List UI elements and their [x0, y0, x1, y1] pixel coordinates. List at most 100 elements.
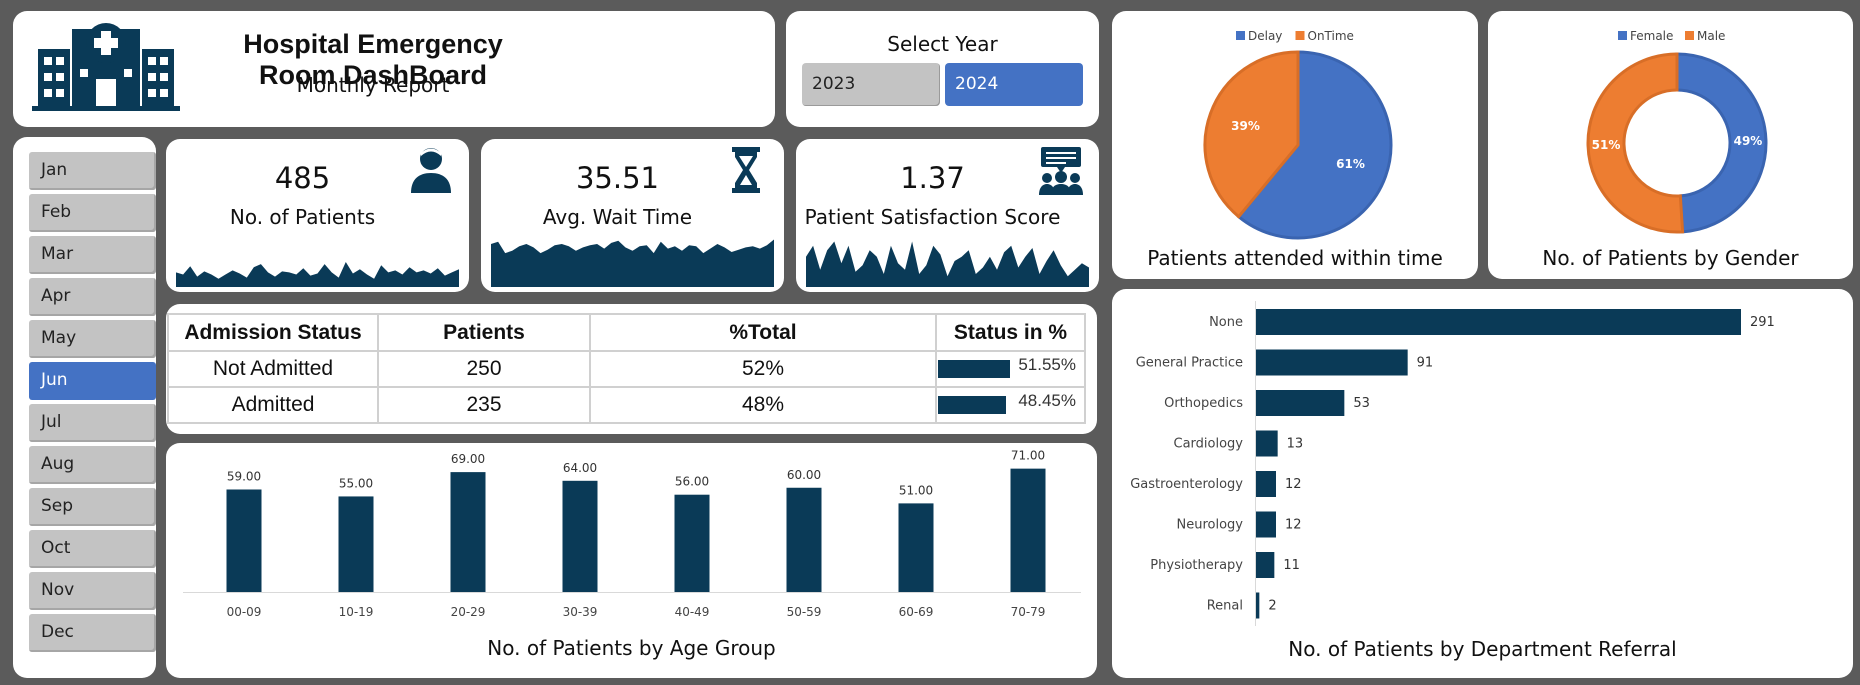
dept-category-label: None [1209, 315, 1243, 330]
age-category-label: 40-49 [675, 605, 710, 619]
status-pct-label: 48.45% [1018, 391, 1076, 410]
header-pct-total: %Total [589, 313, 937, 352]
time-legend-label: Delay [1248, 29, 1282, 43]
dept-bar-value-label: 11 [1283, 558, 1300, 573]
dept-bar-value-label: 53 [1353, 396, 1370, 411]
admission-status-card: Admission Status Patients %Total Status … [166, 304, 1097, 434]
sparkline-satisfaction [806, 241, 1089, 287]
sparkline-patients [176, 262, 459, 287]
age-bar [786, 487, 822, 592]
table-row: Not Admitted 250 52% 51.55% [167, 350, 1086, 388]
gender-slice-label: 49% [1734, 134, 1763, 148]
dept-bar-value-label: 12 [1285, 477, 1302, 492]
age-bar-value-label: 71.00 [1011, 449, 1045, 463]
month-button-nov[interactable]: Nov [29, 572, 156, 610]
feedback-group-icon [1039, 147, 1083, 195]
month-button-mar[interactable]: Mar [29, 236, 156, 274]
age-category-label: 60-69 [899, 605, 934, 619]
table-row: Admitted 235 48% 48.45% [167, 386, 1086, 424]
department-referral-chart-card: None 291 General Practice 91 Orthopedics 53 Ca… [1112, 289, 1853, 678]
cell-status-pct: 48.45% [935, 386, 1086, 424]
dept-bar [1256, 349, 1408, 376]
dept-bar [1256, 471, 1276, 497]
month-button-jan[interactable]: Jan [29, 152, 156, 190]
kpi-label-wait-time: Avg. Wait Time [542, 205, 693, 229]
cell-pct-total: 52% [589, 350, 937, 388]
year-slicer-title: Select Year [887, 32, 998, 56]
age-chart-title: No. of Patients by Age Group [487, 636, 776, 660]
attended-within-time-card: 61% 39% Delay OnTime Patients attended with… [1112, 11, 1478, 279]
month-slicer: Jan Feb Mar Apr May Jun Jul Aug Sep Oct … [13, 137, 156, 678]
kpi-card-satisfaction: 1.37 Patient Satisfaction Score [796, 139, 1099, 292]
kpi-card-patients: 485 No. of Patients [166, 139, 469, 292]
age-category-label: 00-09 [227, 605, 262, 619]
age-bar-value-label: 51.00 [899, 483, 933, 497]
month-button-aug[interactable]: Aug [29, 446, 156, 484]
cell-status: Not Admitted [167, 350, 379, 388]
time-slice-label: 39% [1231, 119, 1260, 133]
time-chart-title: Patients attended within time [1147, 246, 1443, 270]
header-patients: Patients [377, 313, 591, 352]
age-bar [1010, 468, 1046, 592]
gender-chart-title: No. of Patients by Gender [1542, 246, 1799, 270]
gender-chart-card: 49% 51% Female Male No. of Patients by Gend… [1488, 11, 1853, 279]
page-subtitle: Monthly Report [296, 73, 450, 97]
dept-bar [1256, 390, 1345, 416]
dept-bar [1256, 309, 1741, 335]
department-referral-chart: None 291 General Practice 91 Orthopedics 53 Ca… [1130, 301, 1775, 626]
time-legend-label: OnTime [1308, 29, 1354, 43]
time-slice-label: 61% [1336, 157, 1365, 171]
gender-slice-label: 51% [1592, 138, 1621, 152]
dept-bar [1256, 592, 1260, 619]
month-button-sep[interactable]: Sep [29, 488, 156, 526]
month-button-oct[interactable]: Oct [29, 530, 156, 568]
age-category-label: 70-79 [1011, 605, 1046, 619]
dept-category-label: Physiotherapy [1150, 558, 1243, 573]
age-bar [450, 472, 486, 592]
month-button-dec[interactable]: Dec [29, 614, 156, 652]
cell-status: Admitted [167, 386, 379, 424]
month-button-jul[interactable]: Jul [29, 404, 156, 442]
age-bar-value-label: 64.00 [563, 461, 597, 475]
status-pct-label: 51.55% [1018, 355, 1076, 374]
age-bar-value-label: 59.00 [227, 469, 261, 483]
gender-legend-swatch [1618, 31, 1627, 40]
title-card: Hospital Emergency Room DashBoard Monthl… [13, 11, 775, 127]
dept-bar-value-label: 2 [1268, 599, 1276, 614]
dept-chart-title: No. of Patients by Department Referral [1288, 637, 1677, 661]
year-button-2024[interactable]: 2024 [945, 63, 1083, 106]
month-button-jun[interactable]: Jun [29, 362, 156, 400]
age-bar [674, 494, 710, 592]
dept-bar [1256, 511, 1276, 538]
dept-bar-value-label: 13 [1287, 437, 1304, 452]
status-pct-bar [938, 360, 1011, 378]
dept-bar [1256, 552, 1275, 578]
month-button-apr[interactable]: Apr [29, 278, 156, 316]
gender-legend-label: Male [1697, 29, 1725, 43]
age-category-label: 50-59 [787, 605, 822, 619]
age-bar-value-label: 55.00 [339, 476, 373, 490]
dept-bar [1256, 430, 1278, 457]
kpi-label-patients: No. of Patients [229, 205, 376, 229]
time-legend-swatch [1236, 31, 1245, 40]
year-button-2023[interactable]: 2023 [802, 63, 940, 106]
age-bar [338, 496, 374, 592]
age-category-label: 30-39 [563, 605, 598, 619]
year-slicer: Select Year 2023 2024 [786, 11, 1099, 127]
cell-status-pct: 51.55% [935, 350, 1086, 388]
month-button-feb[interactable]: Feb [29, 194, 156, 232]
age-bar [898, 503, 934, 592]
age-category-label: 20-29 [451, 605, 486, 619]
age-bar [562, 480, 598, 592]
hourglass-icon [732, 147, 760, 193]
gender-legend-label: Female [1630, 29, 1673, 43]
admission-status-table: Admission Status Patients %Total Status … [167, 313, 1086, 424]
age-bar-value-label: 60.00 [787, 468, 821, 482]
status-pct-bar [938, 396, 1006, 414]
kpi-label-satisfaction: Patient Satisfaction Score [804, 205, 1061, 229]
hospital-building-icon [32, 23, 180, 111]
age-bar [226, 489, 262, 592]
header-status-in-pct: Status in % [935, 313, 1086, 352]
kpi-card-wait-time: 35.51 Avg. Wait Time [481, 139, 784, 292]
month-button-may[interactable]: May [29, 320, 156, 358]
